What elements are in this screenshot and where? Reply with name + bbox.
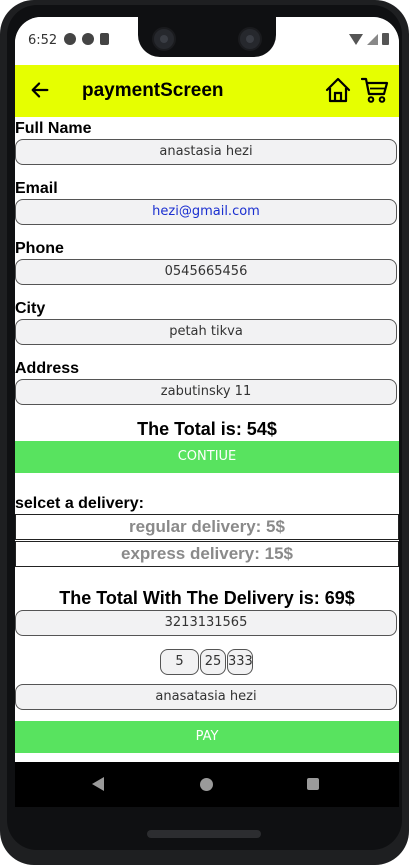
phone-label: Phone [15,240,64,257]
status-icons-right [349,33,389,45]
address-input[interactable]: zabutinsky 11 [15,379,397,405]
delivery-heading: selcet a delivery: [15,495,144,512]
card-number-input[interactable]: 3213131565 [15,610,397,636]
card-expiry-row: 5 25 333 [15,649,399,675]
front-camera-icon [238,27,262,51]
battery-icon [382,33,389,45]
status-bar: 6:52 [15,17,399,65]
continue-button[interactable]: CONTIUE [15,441,399,473]
expiry-year-input[interactable]: 25 [200,649,226,675]
camera-notch [138,17,276,57]
phone-input[interactable]: 0545665456 [15,259,397,285]
android-nav-bar [15,762,399,807]
cart-icon[interactable] [361,76,389,104]
status-icons-left [64,33,109,45]
signal-icon [367,33,378,45]
pay-button[interactable]: PAY [15,721,399,753]
speaker-grille [147,830,261,838]
cvv-input[interactable]: 333 [227,649,253,675]
email-label: Email [15,180,58,197]
screen: 6:52 paymentScreen Full Name anastasia h… [15,17,399,807]
page-title: paymentScreen [82,80,224,101]
email-input[interactable]: hezi@gmail.com [15,199,397,225]
total-text: The Total is: 54$ [137,419,277,439]
address-label: Address [15,360,80,377]
card-holder-input[interactable]: anasatasia hezi [15,684,397,710]
regular-delivery-option[interactable]: regular delivery: 5$ [15,514,399,540]
express-delivery-option[interactable]: express delivery: 15$ [15,541,399,567]
total-with-delivery-text: The Total With The Delivery is: 69$ [59,588,355,608]
wifi-icon [349,33,363,45]
expiry-month-input[interactable]: 5 [160,649,199,675]
city-label: City [15,300,46,317]
status-time: 6:52 [28,33,58,48]
sd-card-icon [100,33,109,45]
app-bar: paymentScreen [15,65,399,117]
full-name-input[interactable]: anastasia hezi [15,139,397,165]
full-name-label: Full Name [15,120,92,137]
payment-form: Full Name anastasia hezi Email hezi@gmai… [15,117,399,762]
nav-home-icon[interactable] [200,778,213,791]
phone-frame: 6:52 paymentScreen Full Name anastasia h… [0,0,409,865]
app-notification-icon [82,33,94,45]
home-icon[interactable] [324,76,352,104]
city-input[interactable]: petah tikva [15,319,397,345]
nav-recents-icon[interactable] [307,778,319,790]
front-camera-icon [152,27,176,51]
back-arrow-icon[interactable] [29,79,51,101]
gear-icon [64,33,76,45]
nav-back-icon[interactable] [92,777,104,791]
